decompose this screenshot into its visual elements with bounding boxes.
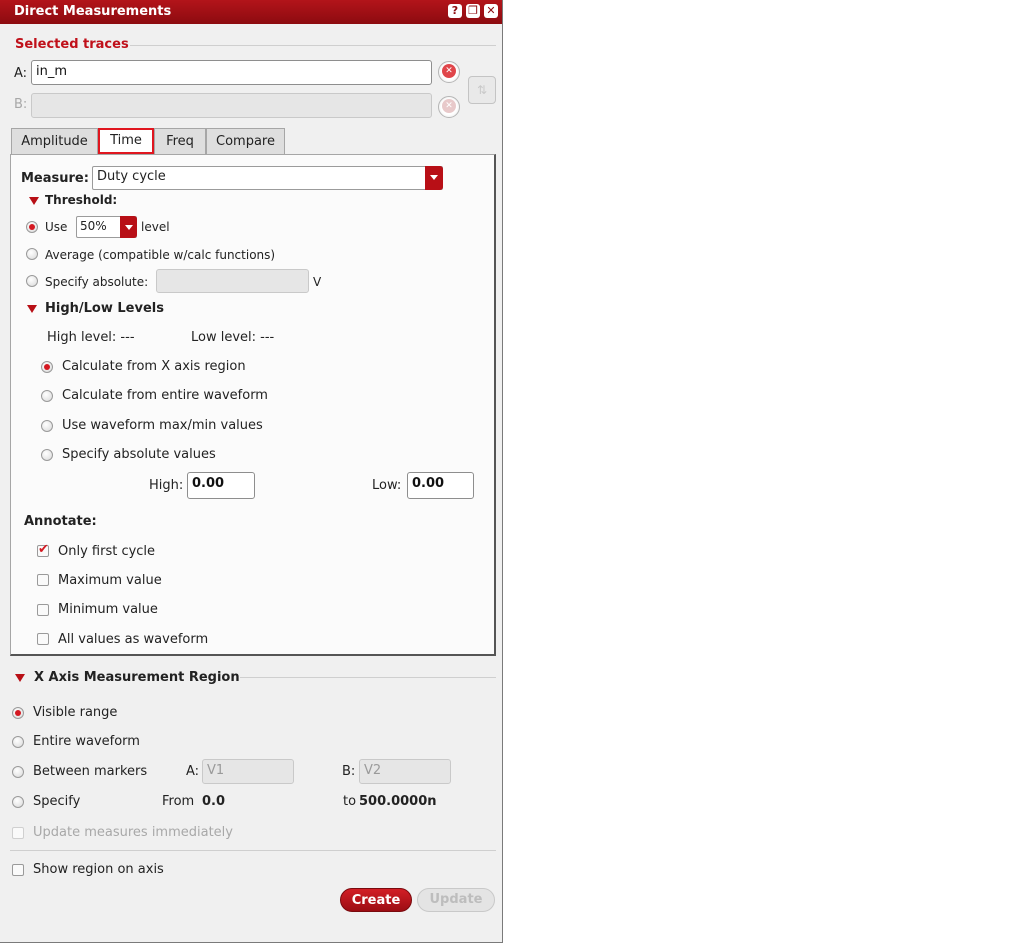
trace-a-input[interactable]: in_m — [31, 60, 432, 85]
threshold-average-label: Average (compatible w/calc functions) — [45, 248, 276, 262]
window-title: Direct Measurements — [14, 4, 172, 19]
chevron-down-icon — [120, 216, 137, 238]
help-icon[interactable]: ? — [448, 4, 462, 18]
xaxis-entire-radio[interactable] — [12, 736, 24, 748]
chevron-down-icon — [425, 166, 443, 190]
annotate-label: Maximum value — [58, 573, 162, 588]
threshold-absolute-input[interactable] — [156, 269, 309, 293]
marker-b-label: B: — [342, 764, 356, 779]
threshold-use-label: Use — [45, 220, 68, 234]
highlow-option-radio[interactable] — [41, 390, 53, 402]
annotate-title: Annotate: — [24, 514, 97, 529]
measure-label: Measure: — [21, 171, 89, 186]
update-immediately-checkbox[interactable] — [12, 827, 24, 839]
restore-icon[interactable]: ❐ — [466, 4, 480, 18]
title-bar: Direct Measurements ? ❐ ✕ — [0, 0, 502, 24]
annotate-label: All values as waveform — [58, 632, 209, 647]
threshold-absolute-label: Specify absolute: — [45, 275, 149, 289]
threshold-level-suffix: level — [141, 220, 170, 234]
xaxis-title: X Axis Measurement Region — [34, 670, 240, 685]
tab-compare[interactable]: Compare — [206, 128, 285, 154]
divider — [10, 850, 496, 851]
create-button[interactable]: Create — [340, 888, 412, 912]
marker-a-input[interactable]: V1 — [202, 759, 294, 784]
measure-select[interactable]: Duty cycle — [92, 166, 443, 190]
tab-time[interactable]: Time — [98, 128, 154, 154]
selected-traces-title: Selected traces — [15, 37, 129, 52]
annotate-label: Only first cycle — [58, 544, 156, 559]
swap-traces-button[interactable]: ⇅ — [468, 76, 496, 104]
threshold-level-value: 50% — [80, 219, 107, 233]
marker-a-label: A: — [186, 764, 200, 779]
annotate-checkbox[interactable] — [37, 542, 49, 557]
from-value: 0.0 — [202, 794, 226, 809]
annotate-checkbox[interactable] — [37, 633, 49, 645]
highlow-option-label: Use waveform max/min values — [62, 418, 263, 433]
divider — [130, 45, 496, 46]
update-immediately-label: Update measures immediately — [33, 825, 233, 840]
highlow-option-label: Specify absolute values — [62, 447, 216, 462]
to-label: to — [343, 794, 357, 809]
highlow-option-label: Calculate from X axis region — [62, 359, 246, 374]
trace-b-label: B: — [14, 97, 28, 112]
show-region-checkbox[interactable] — [12, 864, 24, 876]
highlow-option-radio[interactable] — [41, 361, 53, 373]
highlow-option-radio[interactable] — [41, 420, 53, 432]
highlow-title: High/Low Levels — [45, 301, 164, 316]
annotate-checkbox[interactable] — [37, 574, 49, 586]
trace-b-input[interactable] — [31, 93, 432, 118]
xaxis-markers-label: Between markers — [33, 764, 148, 779]
highlow-option-radio[interactable] — [41, 449, 53, 461]
show-region-label: Show region on axis — [33, 862, 164, 877]
xaxis-entire-label: Entire waveform — [33, 734, 140, 749]
measure-select-value: Duty cycle — [97, 169, 166, 184]
high-value-input[interactable]: 0.00 — [187, 472, 255, 499]
xaxis-visible-radio[interactable] — [12, 707, 24, 719]
threshold-title: Threshold: — [45, 193, 118, 207]
collapse-triangle-icon[interactable] — [27, 305, 37, 313]
remove-trace-a-icon[interactable] — [438, 61, 460, 83]
annotate-label: Minimum value — [58, 602, 158, 617]
tab-freq[interactable]: Freq — [154, 128, 206, 154]
trace-a-label: A: — [14, 66, 28, 81]
low-value-input[interactable]: 0.00 — [407, 472, 474, 499]
threshold-level-select[interactable]: 50% — [76, 216, 137, 238]
xaxis-markers-radio[interactable] — [12, 766, 24, 778]
threshold-use-radio[interactable] — [26, 221, 38, 233]
annotate-checkbox[interactable] — [37, 604, 49, 616]
close-icon[interactable]: ✕ — [484, 4, 498, 18]
collapse-triangle-icon[interactable] — [29, 197, 39, 205]
threshold-average-radio[interactable] — [26, 248, 38, 260]
direct-measurements-panel: Direct Measurements ? ❐ ✕ Selected trace… — [0, 0, 503, 943]
xaxis-specify-radio[interactable] — [12, 796, 24, 808]
low-level-readout: Low level: --- — [191, 330, 275, 345]
remove-trace-b-icon[interactable] — [438, 96, 460, 118]
divider — [240, 677, 496, 678]
low-value-label: Low: — [372, 478, 402, 493]
update-button[interactable]: Update — [417, 888, 495, 912]
to-value: 500.0000n — [359, 794, 437, 809]
xaxis-specify-label: Specify — [33, 794, 81, 809]
high-level-readout: High level: --- — [47, 330, 135, 345]
threshold-absolute-radio[interactable] — [26, 275, 38, 287]
collapse-triangle-icon[interactable] — [15, 674, 25, 682]
marker-b-input[interactable]: V2 — [359, 759, 451, 784]
tab-amplitude[interactable]: Amplitude — [11, 128, 98, 154]
threshold-absolute-unit: V — [313, 275, 322, 289]
xaxis-visible-label: Visible range — [33, 705, 118, 720]
high-value-label: High: — [149, 478, 184, 493]
from-label: From — [162, 794, 195, 809]
highlow-option-label: Calculate from entire waveform — [62, 388, 268, 403]
